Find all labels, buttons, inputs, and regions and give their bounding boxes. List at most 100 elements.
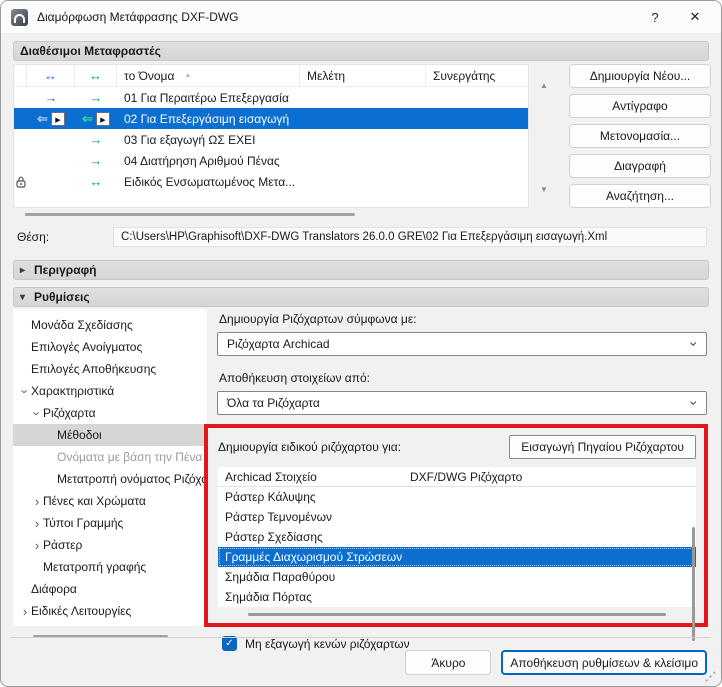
save-elements-select[interactable]: Όλα τα Ριζόχαρτα xyxy=(217,391,707,415)
available-translators-bar: Διαθέσιμοι Μεταφραστές xyxy=(13,41,709,61)
open-direction-column-header[interactable] xyxy=(27,65,75,86)
chevron-down-icon[interactable] xyxy=(31,406,43,421)
tree-item-custom-functions[interactable]: Ειδικές Λειτουργίες xyxy=(13,600,207,622)
tree-item-label: Μέθοδοι xyxy=(57,428,102,442)
save-direction-dropdown-button[interactable] xyxy=(96,112,110,126)
partner-column-header[interactable]: Συνεργάτης xyxy=(426,65,528,86)
open-direction-cell xyxy=(27,108,75,129)
mapping-item-name: Ράστερ Σχεδίασης xyxy=(218,530,408,544)
mapping-row[interactable]: Σημάδια Παραθύρου xyxy=(218,567,696,587)
tree-item-methods[interactable]: Μέθοδοι xyxy=(13,424,207,446)
chevron-right-icon[interactable] xyxy=(31,494,43,509)
description-section-label: Περιγραφή xyxy=(34,263,97,277)
save-direction-cell xyxy=(75,108,117,129)
close-button[interactable]: ✕ xyxy=(675,2,715,32)
translators-horizontal-scrollbar[interactable] xyxy=(25,213,355,216)
tree-item-layers[interactable]: Ριζόχαρτα xyxy=(13,402,207,424)
translator-name: 03 Για εξαγωγή ΩΣ ΕΧΕΙ xyxy=(117,129,300,150)
translator-row[interactable]: Ειδικός Ενσωματωμένος Μετα... xyxy=(14,171,528,192)
play-icon xyxy=(100,112,105,126)
chevron-down-icon xyxy=(692,337,697,351)
translators-list-header[interactable]: το Όνομα Μελέτη Συνεργάτης xyxy=(14,65,528,87)
arrow-right-icon xyxy=(45,90,58,105)
tree-item-layer-name-conversion[interactable]: Μετατροπή ονόματος Ριζόχαρ xyxy=(13,468,207,490)
duplicate-button[interactable]: Αντίγραφο xyxy=(569,94,711,118)
mapping-header: Archicad Στοιχείο DXF/DWG Ριζόχαρτο xyxy=(218,467,696,487)
translator-study xyxy=(300,150,426,171)
translator-row[interactable]: 03 Για εξαγωγή ΩΣ ΕΧΕΙ xyxy=(14,129,528,150)
open-direction-dropdown-button[interactable] xyxy=(51,112,65,126)
description-section-bar[interactable]: Περιγραφή xyxy=(13,260,709,280)
cancel-button[interactable]: Άκυρο xyxy=(405,650,491,675)
chevron-down-icon[interactable] xyxy=(19,384,31,399)
mapping-row[interactable]: Ράστερ Κάλυψης xyxy=(218,487,696,507)
tree-item-font-conversion[interactable]: Μετατροπή γραφής xyxy=(13,556,207,578)
layer-mapping-list[interactable]: Archicad Στοιχείο DXF/DWG Ριζόχαρτο Ράστ… xyxy=(218,467,696,607)
mapping-row[interactable]: Ράστερ Τεμνομένων xyxy=(218,507,696,527)
translator-study xyxy=(300,108,426,129)
name-column-header[interactable]: το Όνομα xyxy=(117,65,300,86)
chevron-right-icon[interactable] xyxy=(19,604,31,619)
mapping-vertical-scrollbar[interactable] xyxy=(692,527,695,641)
translator-row[interactable]: 01 Για Περαιτέρω Επεξεργασία xyxy=(14,87,528,108)
chevron-right-icon[interactable] xyxy=(31,516,43,531)
resize-grip-icon[interactable] xyxy=(705,671,716,682)
tree-item-miscellaneous[interactable]: Διάφορα xyxy=(13,578,207,600)
play-icon xyxy=(55,112,60,126)
translator-name: 01 Για Περαιτέρω Επεξεργασία xyxy=(117,87,300,108)
dialog-body: Διαθέσιμοι Μεταφραστές το Όνομα xyxy=(1,33,721,651)
scroll-down-icon[interactable] xyxy=(540,185,548,194)
location-row: Θέση: C:\Users\HP\Graphisoft\DXF-DWG Tra… xyxy=(11,227,711,247)
scroll-up-icon[interactable] xyxy=(540,81,548,90)
titlebar: Διαμόρφωση Μετάφρασης DXF-DWG ? ✕ xyxy=(1,1,721,33)
save-and-close-button[interactable]: Αποθήκευση ρυθμίσεων & κλείσιμο xyxy=(501,650,707,675)
tree-item-save-options[interactable]: Επιλογές Αποθήκευσης xyxy=(13,358,207,380)
settings-content: Μονάδα Σχεδίασης Επιλογές Ανοίγματος Επι… xyxy=(11,309,711,651)
skip-empty-layers-checkbox[interactable] xyxy=(222,636,237,651)
create-layers-select[interactable]: Ριζόχαρτα Archicad xyxy=(217,332,707,356)
location-path-field[interactable]: C:\Users\HP\Graphisoft\DXF-DWG Translato… xyxy=(113,227,707,247)
tree-item-label: Πένες και Χρώματα xyxy=(43,494,146,508)
mapping-item-name: Σημάδια Παραθύρου xyxy=(218,570,408,584)
import-source-layer-button[interactable]: Εισαγωγή Πηγαίου Ριζόχαρτου xyxy=(509,435,696,459)
mapping-row[interactable]: Σημάδια Πόρτας xyxy=(218,587,696,607)
mapping-horizontal-scrollbar[interactable] xyxy=(248,613,666,616)
tree-item-label: Επιλογές Ανοίγματος xyxy=(31,340,142,354)
study-column-header[interactable]: Μελέτη xyxy=(300,65,426,86)
open-direction-cell xyxy=(27,171,75,192)
translator-row-selected[interactable]: 02 Για Επεξεργάσιμη εισαγωγή xyxy=(14,108,528,129)
rename-button[interactable]: Μετονομασία... xyxy=(569,124,711,148)
settings-section-bar[interactable]: Ρυθμίσεις xyxy=(13,287,709,307)
tree-item-fills[interactable]: Ράστερ xyxy=(13,534,207,556)
help-button[interactable]: ? xyxy=(635,2,675,32)
translator-partner xyxy=(426,129,528,150)
translators-scrollbar[interactable] xyxy=(529,64,559,208)
tree-item-open-options[interactable]: Επιλογές Ανοίγματος xyxy=(13,336,207,358)
chevron-right-icon[interactable] xyxy=(31,538,43,553)
open-direction-cell xyxy=(27,87,75,108)
create-layers-label: Δημιουργία Ριζόχαρτων σύμφωνα με: xyxy=(219,312,707,326)
create-new-button[interactable]: Δημιουργία Νέου... xyxy=(569,64,711,88)
settings-tree[interactable]: Μονάδα Σχεδίασης Επιλογές Ανοίγματος Επι… xyxy=(13,309,207,626)
available-translators-title: Διαθέσιμοι Μεταφραστές xyxy=(20,44,161,58)
mapping-row-selected[interactable]: Γραμμές Διαχωρισμού Στρώσεων xyxy=(218,547,696,567)
mapping-item-name: Ράστερ Κάλυψης xyxy=(218,490,408,504)
tree-item-label: Επιλογές Αποθήκευσης xyxy=(31,362,156,376)
tree-item-pen-based-names[interactable]: Ονόματα με βάση την Πένα xyxy=(13,446,207,468)
browse-button[interactable]: Αναζήτηση... xyxy=(569,184,711,208)
delete-button[interactable]: Διαγραφή xyxy=(569,154,711,178)
save-direction-column-header[interactable] xyxy=(75,65,117,86)
tree-item-line-types[interactable]: Τύποι Γραμμής xyxy=(13,512,207,534)
open-direction-cell xyxy=(27,129,75,150)
tree-item-drawing-unit[interactable]: Μονάδα Σχεδίασης xyxy=(13,314,207,336)
translator-row[interactable]: 04 Διατήρηση Αριθμού Πένας xyxy=(14,150,528,171)
tree-item-label: Μετατροπή γραφής xyxy=(43,560,146,574)
tree-item-attributes[interactable]: Χαρακτηριστικά xyxy=(13,380,207,402)
tree-item-pens-colors[interactable]: Πένες και Χρώματα xyxy=(13,490,207,512)
mapping-row[interactable]: Ράστερ Σχεδίασης xyxy=(218,527,696,547)
lock-icon xyxy=(16,176,26,188)
save-direction-cell xyxy=(75,129,117,150)
custom-layer-label: Δημιουργία ειδικού ριζόχαρτου για: xyxy=(218,440,401,454)
translators-list[interactable]: το Όνομα Μελέτη Συνεργάτης xyxy=(13,64,529,208)
mapping-item-name: Γραμμές Διαχωρισμού Στρώσεων xyxy=(218,550,408,564)
